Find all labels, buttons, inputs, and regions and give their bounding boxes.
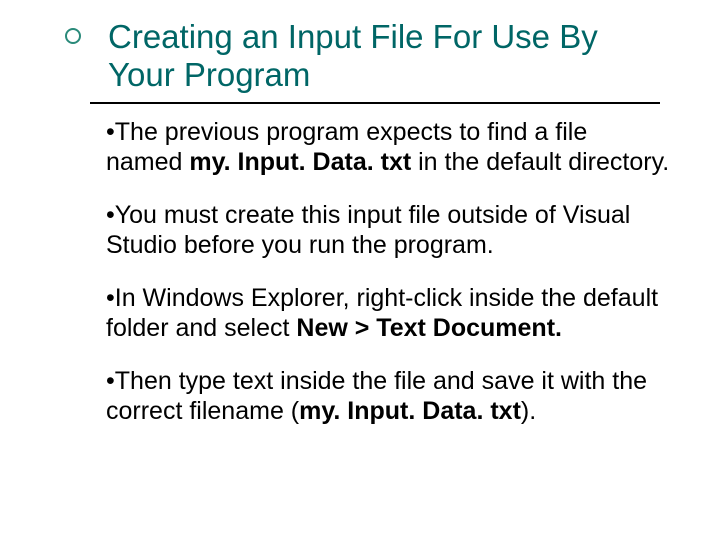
bullet-glyph: • bbox=[106, 367, 115, 395]
bullet-glyph: • bbox=[106, 284, 115, 312]
title-block: Creating an Input File For Use By Your P… bbox=[108, 18, 660, 94]
bullet-glyph: • bbox=[106, 201, 115, 229]
slide: Creating an Input File For Use By Your P… bbox=[0, 0, 720, 540]
list-item: •In Windows Explorer, right-click inside… bbox=[106, 284, 670, 343]
item-text-bold: my. Input. Data. txt bbox=[189, 148, 411, 176]
list-item: •You must create this input file outside… bbox=[106, 201, 670, 260]
item-text-pre: You must create this input file outside … bbox=[106, 201, 630, 259]
bullet-glyph: • bbox=[106, 118, 115, 146]
item-text-bold: my. Input. Data. txt bbox=[299, 397, 521, 425]
title-underline bbox=[90, 102, 660, 104]
list-item: •The previous program expects to find a … bbox=[106, 118, 670, 177]
slide-title: Creating an Input File For Use By Your P… bbox=[108, 18, 660, 94]
bullet-circle-icon bbox=[65, 28, 81, 44]
list-item: •Then type text inside the file and save… bbox=[106, 367, 670, 426]
body-text: •The previous program expects to find a … bbox=[106, 118, 670, 450]
item-text-post: in the default directory. bbox=[411, 148, 669, 176]
item-text-post: ). bbox=[521, 397, 536, 425]
item-text-bold: New > Text Document. bbox=[296, 314, 562, 342]
